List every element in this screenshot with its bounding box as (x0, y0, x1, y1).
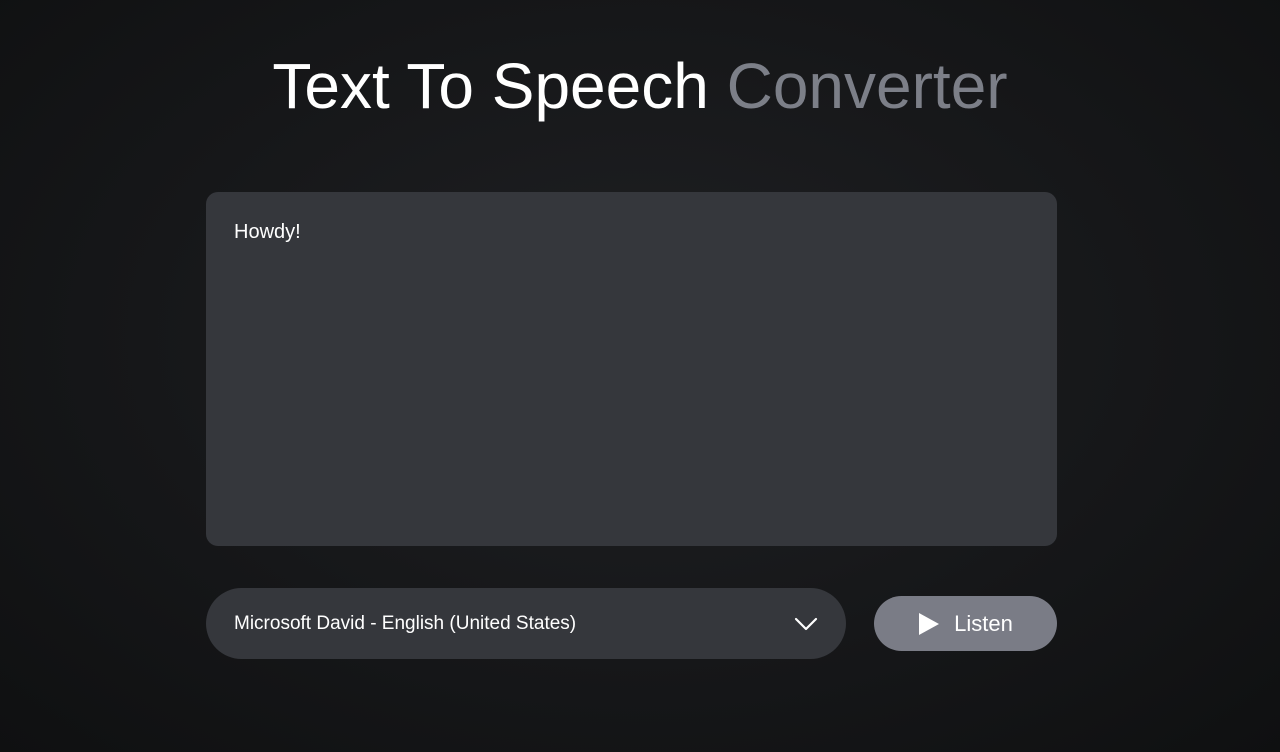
voice-select-value: Microsoft David - English (United States… (234, 612, 577, 634)
title-accent: Converter (726, 50, 1008, 122)
text-input[interactable]: Howdy! (206, 192, 1057, 546)
listen-button-label: Listen (954, 610, 1013, 636)
title-primary: Text To Speech (272, 50, 709, 122)
text-input-value: Howdy! (234, 221, 301, 243)
chevron-down-icon (794, 616, 818, 632)
play-icon (918, 612, 940, 636)
voice-select[interactable]: Microsoft David - English (United States… (206, 588, 846, 659)
page-title: Text To Speech Converter (0, 48, 1280, 124)
listen-button[interactable]: Listen (874, 596, 1057, 651)
